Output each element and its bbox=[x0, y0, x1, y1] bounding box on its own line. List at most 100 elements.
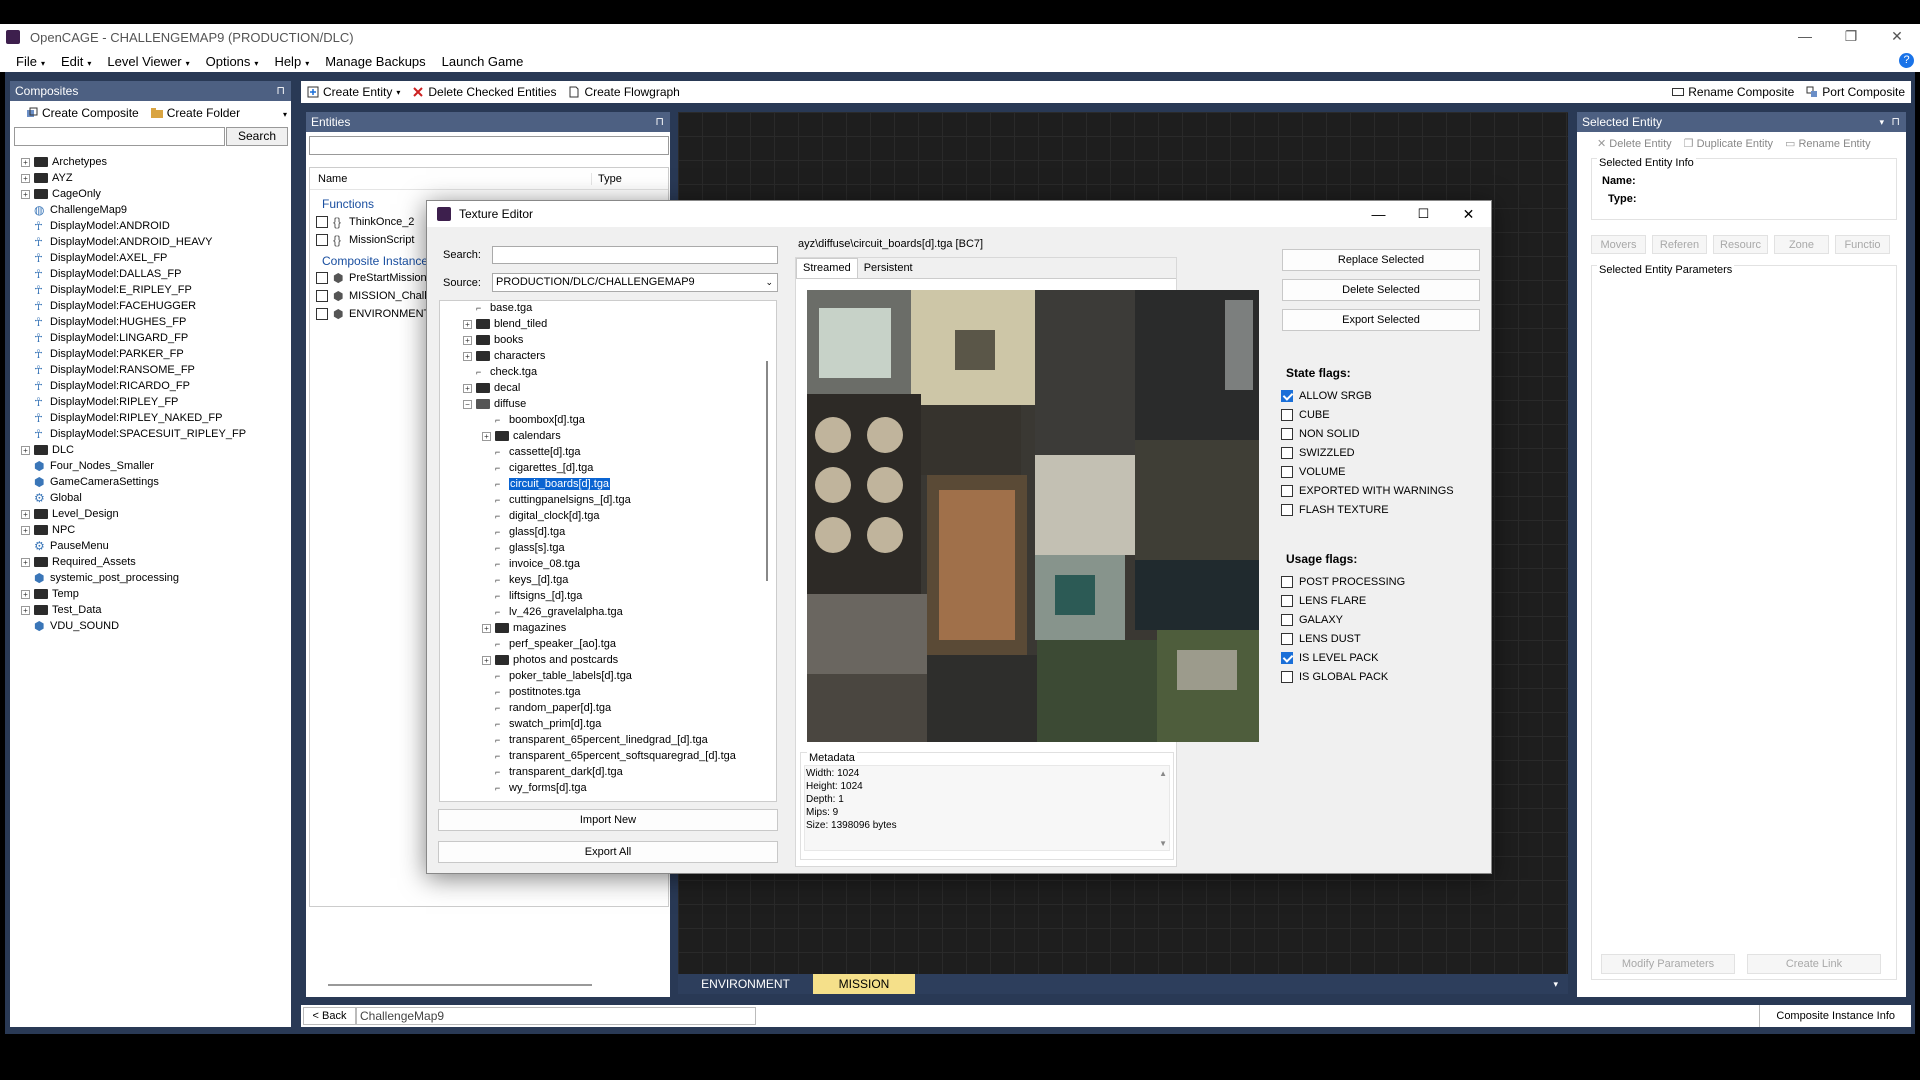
export-all-button[interactable]: Export All bbox=[438, 841, 778, 863]
composite-tree-item[interactable]: ☥ DisplayModel:HUGHES_FP bbox=[21, 314, 291, 330]
composite-tree-item[interactable]: ☥ DisplayModel:FACEHUGGER bbox=[21, 298, 291, 314]
composite-tree-item[interactable]: ◍ ChallengeMap9 bbox=[21, 202, 291, 218]
composite-tree-item[interactable]: + Test_Data bbox=[21, 602, 291, 618]
texture-tree-item[interactable]: ⌐ glass[s].tga bbox=[444, 540, 776, 556]
entity-checkbox[interactable] bbox=[316, 272, 328, 284]
expand-icon[interactable]: + bbox=[21, 173, 30, 183]
flag-checkbox-row[interactable]: LENS FLARE bbox=[1281, 591, 1405, 610]
flag-checkbox-row[interactable]: ALLOW SRGB bbox=[1281, 386, 1454, 405]
dialog-minimize-button[interactable]: — bbox=[1356, 201, 1401, 227]
pin-icon[interactable]: ⊓ bbox=[276, 81, 285, 101]
texture-tree-item[interactable]: ⌐ boombox[d].tga bbox=[444, 412, 776, 428]
delete-entity-button[interactable]: ✕ Delete Entity bbox=[1597, 137, 1672, 150]
delete-selected-button[interactable]: Delete Selected bbox=[1282, 279, 1480, 301]
flag-checkbox[interactable] bbox=[1281, 670, 1293, 683]
expand-icon[interactable]: − bbox=[463, 399, 472, 409]
expand-icon[interactable]: + bbox=[21, 509, 30, 519]
composite-tree-item[interactable]: + Level_Design bbox=[21, 506, 291, 522]
texture-tree-item[interactable]: + photos and postcards bbox=[444, 652, 776, 668]
tree-scrollbar[interactable] bbox=[766, 361, 768, 581]
composite-tree-item[interactable]: + Temp bbox=[21, 586, 291, 602]
back-button[interactable]: < Back bbox=[303, 1007, 356, 1025]
composite-tree-item[interactable]: ☥ DisplayModel:PARKER_FP bbox=[21, 346, 291, 362]
composite-tree-item[interactable]: + CageOnly bbox=[21, 186, 291, 202]
menu-item-edit[interactable]: Edit ▾ bbox=[53, 54, 99, 69]
flag-checkbox[interactable] bbox=[1281, 446, 1293, 459]
flag-checkbox[interactable] bbox=[1281, 575, 1293, 588]
export-selected-button[interactable]: Export Selected bbox=[1282, 309, 1480, 331]
composite-tree-item[interactable]: ☥ DisplayModel:ANDROID_HEAVY bbox=[21, 234, 291, 250]
composite-tree-item[interactable]: ☥ DisplayModel:RIPLEY_FP bbox=[21, 394, 291, 410]
flag-checkbox[interactable] bbox=[1281, 651, 1293, 664]
flag-checkbox-row[interactable]: IS GLOBAL PACK bbox=[1281, 667, 1405, 686]
texture-tree-item[interactable]: + calendars bbox=[444, 428, 776, 444]
flag-checkbox-row[interactable]: POST PROCESSING bbox=[1281, 572, 1405, 591]
create-folder-button[interactable]: Create Folder bbox=[145, 102, 246, 124]
flag-checkbox-row[interactable]: VOLUME bbox=[1281, 462, 1454, 481]
composite-tree-item[interactable]: ⬢ VDU_SOUND bbox=[21, 618, 291, 634]
composite-tree-item[interactable]: ⚙ Global bbox=[21, 490, 291, 506]
flag-checkbox[interactable] bbox=[1281, 613, 1293, 626]
composite-tree-item[interactable]: + Archetypes bbox=[21, 154, 291, 170]
tab-referen[interactable]: Referen bbox=[1652, 235, 1707, 254]
composite-tree-item[interactable]: ☥ DisplayModel:RIPLEY_NAKED_FP bbox=[21, 410, 291, 426]
create-composite-button[interactable]: Create Composite bbox=[20, 102, 145, 124]
tab-resourc[interactable]: Resourc bbox=[1713, 235, 1768, 254]
create-flowgraph-button[interactable]: Create Flowgraph bbox=[562, 81, 685, 103]
expand-icon[interactable]: + bbox=[21, 157, 30, 167]
texture-tree-item[interactable]: ⌐ cuttingpanelsigns_[d].tga bbox=[444, 492, 776, 508]
composite-tree-item[interactable]: ☥ DisplayModel:SPACESUIT_RIPLEY_FP bbox=[21, 426, 291, 442]
texture-tree-item[interactable]: ⌐ poker_table_labels[d].tga bbox=[444, 668, 776, 684]
name-column-header[interactable]: Name bbox=[310, 172, 592, 185]
entity-checkbox[interactable] bbox=[316, 234, 328, 246]
composite-tree-item[interactable]: + DLC bbox=[21, 442, 291, 458]
composite-tree-item[interactable]: ☥ DisplayModel:LINGARD_FP bbox=[21, 330, 291, 346]
tab-movers[interactable]: Movers bbox=[1591, 235, 1646, 254]
flag-checkbox-row[interactable]: SWIZZLED bbox=[1281, 443, 1454, 462]
menu-item-manage-backups[interactable]: Manage Backups bbox=[317, 54, 433, 69]
expand-icon[interactable]: + bbox=[482, 655, 491, 665]
texture-tree-item[interactable]: ⌐ glass[d].tga bbox=[444, 524, 776, 540]
texture-tree-item[interactable]: ⌐ keys_[d].tga bbox=[444, 572, 776, 588]
texture-tree-item[interactable]: ⌐ postitnotes.tga bbox=[444, 684, 776, 700]
texture-search-input[interactable] bbox=[492, 246, 778, 264]
texture-tree-item[interactable]: ⌐ transparent_65percent_softsquaregrad_[d… bbox=[444, 748, 776, 764]
expand-icon[interactable]: + bbox=[21, 445, 30, 455]
flag-checkbox[interactable] bbox=[1281, 484, 1293, 497]
texture-tree-item[interactable]: + decal bbox=[444, 380, 776, 396]
menu-item-level-viewer[interactable]: Level Viewer ▾ bbox=[99, 54, 197, 69]
texture-tree-item[interactable]: + characters bbox=[444, 348, 776, 364]
minimize-button[interactable]: — bbox=[1782, 24, 1828, 50]
texture-tree-item[interactable]: ⌐ wy_forms[d].tga bbox=[444, 780, 776, 796]
composite-tree-item[interactable]: ⚙ PauseMenu bbox=[21, 538, 291, 554]
flag-checkbox-row[interactable]: IS LEVEL PACK bbox=[1281, 648, 1405, 667]
texture-tree-item[interactable]: ⌐ transparent_dark[d].tga bbox=[444, 764, 776, 780]
flag-checkbox[interactable] bbox=[1281, 465, 1293, 478]
flag-checkbox[interactable] bbox=[1281, 427, 1293, 440]
composite-tree-item[interactable]: ⬢ Four_Nodes_Smaller bbox=[21, 458, 291, 474]
expand-icon[interactable]: + bbox=[482, 431, 491, 441]
flag-checkbox-row[interactable]: EXPORTED WITH WARNINGS bbox=[1281, 481, 1454, 500]
create-entity-button[interactable]: Create Entity ▾ bbox=[301, 81, 406, 103]
flag-checkbox-row[interactable]: FLASH TEXTURE bbox=[1281, 500, 1454, 519]
expand-icon[interactable]: + bbox=[21, 605, 30, 615]
composite-tree-item[interactable]: ☥ DisplayModel:AXEL_FP bbox=[21, 250, 291, 266]
composite-tree-item[interactable]: + AYZ bbox=[21, 170, 291, 186]
texture-tree-item[interactable]: ⌐ digital_clock[d].tga bbox=[444, 508, 776, 524]
flag-checkbox[interactable] bbox=[1281, 632, 1293, 645]
scroll-up-icon[interactable]: ▲ bbox=[1159, 769, 1167, 778]
entity-checkbox[interactable] bbox=[316, 216, 328, 228]
source-select[interactable]: PRODUCTION/DLC/CHALLENGEMAP9 ⌄ bbox=[492, 273, 778, 292]
composite-tree-item[interactable]: ⬢ systemic_post_processing bbox=[21, 570, 291, 586]
expand-icon[interactable]: + bbox=[463, 319, 472, 329]
pin-icon[interactable]: ⊓ bbox=[655, 112, 664, 132]
expand-icon[interactable]: + bbox=[21, 589, 30, 599]
composite-tree-item[interactable]: ☥ DisplayModel:ANDROID bbox=[21, 218, 291, 234]
tab-zone[interactable]: Zone bbox=[1774, 235, 1829, 254]
dialog-close-button[interactable]: ✕ bbox=[1446, 201, 1491, 227]
flag-checkbox[interactable] bbox=[1281, 594, 1293, 607]
maximize-button[interactable]: ❐ bbox=[1828, 24, 1874, 50]
expand-icon[interactable]: + bbox=[482, 623, 491, 633]
pin-icon[interactable]: ⊓ bbox=[1891, 112, 1900, 132]
rename-composite-button[interactable]: Rename Composite bbox=[1666, 81, 1800, 103]
